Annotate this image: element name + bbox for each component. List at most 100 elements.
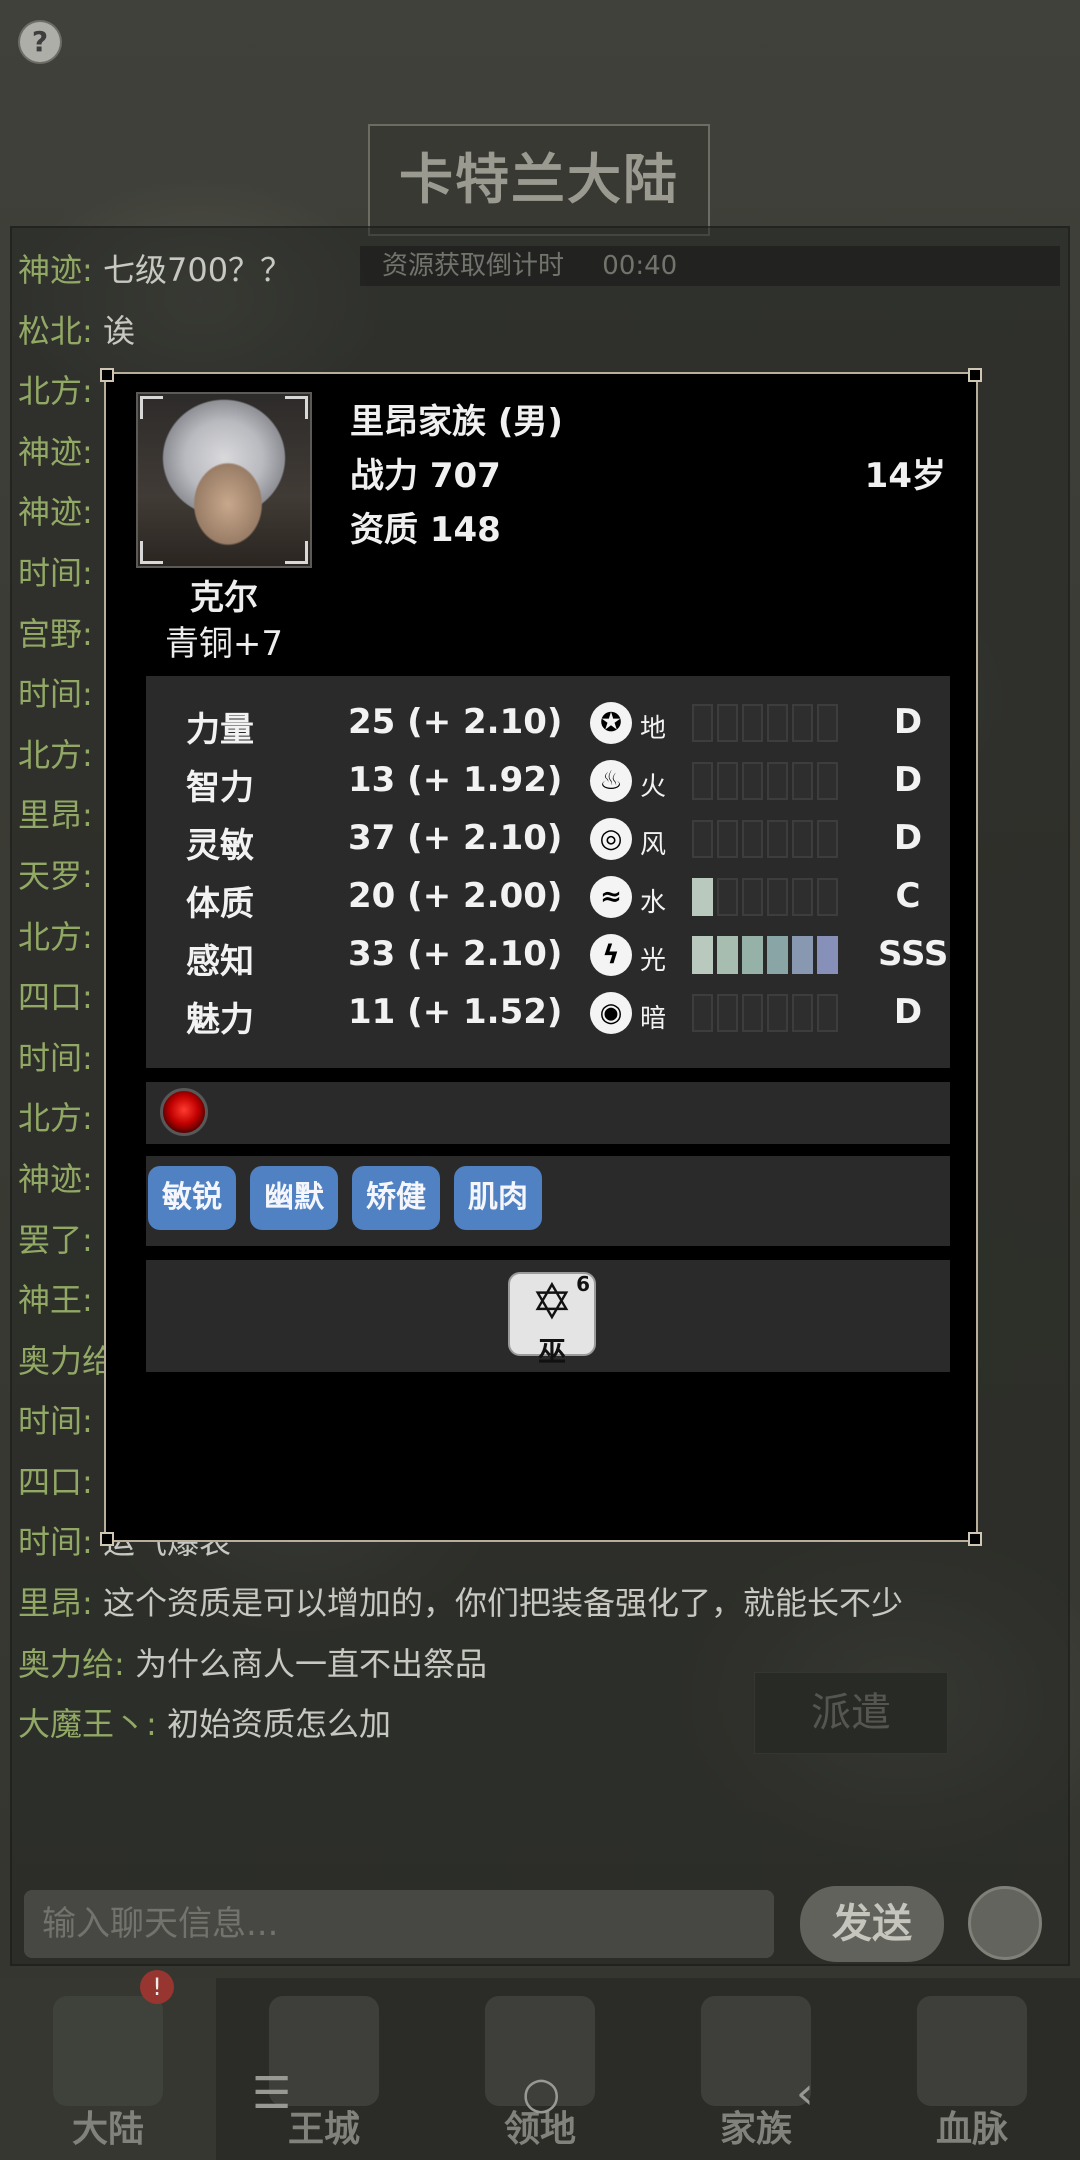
attribute-value: 25 (+ 2.10)	[348, 702, 563, 742]
element-name: 光	[640, 946, 667, 976]
portrait-corner	[140, 541, 163, 564]
attribute-row: 灵敏 37 (+ 2.10) ◎ 风 D	[146, 812, 950, 870]
element-affinity-bar	[692, 704, 842, 744]
affinity-cell	[767, 994, 788, 1032]
class-glyph: 巫	[537, 1335, 566, 1368]
element-grade: C	[895, 876, 921, 916]
fire-skill-icon[interactable]	[160, 1088, 208, 1136]
affinity-cell	[692, 820, 713, 858]
wave-icon: ≈	[590, 876, 632, 918]
frame-corner	[968, 1532, 982, 1546]
character-family: 里昂家族 (男)	[350, 402, 563, 442]
attribute-name: 灵敏	[186, 826, 254, 866]
frame-corner	[100, 368, 114, 382]
affinity-cell	[767, 762, 788, 800]
affinity-cell	[817, 820, 838, 858]
affinity-cell	[767, 936, 788, 974]
swirl-icon: ◎	[590, 818, 632, 860]
attribute-value: 13 (+ 1.92)	[348, 760, 563, 800]
hexagram-class-icon[interactable]: ✡ 巫 6	[508, 1272, 596, 1368]
affinity-cell	[817, 878, 838, 916]
affinity-cell	[742, 878, 763, 916]
element-grade: D	[893, 702, 923, 742]
affinity-cell	[767, 704, 788, 742]
affinity-cell	[817, 994, 838, 1032]
element-name: 水	[640, 888, 667, 918]
affinity-cell	[792, 820, 813, 858]
element-affinity-bar	[692, 936, 842, 976]
attribute-name: 感知	[186, 942, 254, 982]
attribute-row: 体质 20 (+ 2.00) ≈ 水 C	[146, 870, 950, 928]
element-name: 暗	[640, 1004, 667, 1034]
affinity-cell	[692, 936, 713, 974]
affinity-cell	[717, 704, 738, 742]
character-detail-modal: 克尔 青铜+7 里昂家族 (男) 战力 707 14岁 资质 148 力量 25 …	[100, 368, 982, 1546]
attribute-row: 力量 25 (+ 2.10) ✪ 地 D	[146, 696, 950, 754]
traits-panel: 敏锐 幽默 矫健 肌肉	[146, 1156, 950, 1246]
affinity-cell	[792, 936, 813, 974]
affinity-cell	[717, 762, 738, 800]
affinity-cell	[817, 704, 838, 742]
class-level-badge: 6	[576, 1272, 590, 1296]
character-name: 克尔	[190, 578, 258, 618]
element-grade: D	[893, 818, 923, 858]
trait-tag[interactable]: 幽默	[250, 1166, 338, 1230]
affinity-cell	[742, 820, 763, 858]
attribute-row: 感知 33 (+ 2.10) ϟ 光 SSS	[146, 928, 950, 986]
attribute-name: 智力	[186, 768, 254, 808]
affinity-cell	[792, 994, 813, 1032]
affinity-cell	[792, 878, 813, 916]
element-affinity-bar	[692, 994, 842, 1034]
character-rank: 青铜+7	[164, 624, 284, 664]
lightning-icon: ϟ	[590, 934, 632, 976]
class-emblem-panel: ✡ 巫 6	[146, 1260, 950, 1372]
portrait-corner	[140, 396, 163, 419]
affinity-cell	[717, 878, 738, 916]
affinity-cell	[717, 994, 738, 1032]
affinity-cell	[817, 762, 838, 800]
attribute-row: 智力 13 (+ 1.92) ♨ 火 D	[146, 754, 950, 812]
affinity-cell	[692, 994, 713, 1032]
trait-tag[interactable]: 肌肉	[454, 1166, 542, 1230]
element-affinity-bar	[692, 762, 842, 802]
element-grade: SSS	[878, 934, 949, 974]
attribute-value: 11 (+ 1.52)	[348, 992, 563, 1032]
affinity-cell	[767, 820, 788, 858]
affinity-cell	[717, 820, 738, 858]
attribute-panel: 力量 25 (+ 2.10) ✪ 地 D 智力 13 (+ 1.92) ♨ 火 D 灵敏 37 (+ …	[146, 676, 950, 1068]
attribute-row: 魅力 11 (+ 1.52) ◉ 暗 D	[146, 986, 950, 1044]
affinity-cell	[742, 704, 763, 742]
element-name: 火	[640, 772, 667, 802]
eye-icon: ◉	[590, 992, 632, 1034]
frame-corner	[968, 368, 982, 382]
affinity-cell	[692, 762, 713, 800]
element-grade: D	[893, 760, 923, 800]
affinity-cell	[692, 878, 713, 916]
attribute-value: 37 (+ 2.10)	[348, 818, 563, 858]
fire-icon: ♨	[590, 760, 632, 802]
attribute-name: 魅力	[186, 1000, 254, 1040]
element-name: 地	[640, 714, 667, 744]
affinity-cell	[717, 936, 738, 974]
affinity-cell	[742, 936, 763, 974]
character-aptitude: 资质 148	[350, 510, 501, 550]
skill-panel	[146, 1082, 950, 1144]
element-affinity-bar	[692, 878, 842, 918]
character-age: 14岁	[864, 456, 946, 496]
character-portrait	[136, 392, 312, 568]
trait-tag[interactable]: 敏锐	[148, 1166, 236, 1230]
rebel-icon: ✪	[590, 702, 632, 744]
affinity-cell	[742, 762, 763, 800]
trait-tag[interactable]: 矫健	[352, 1166, 440, 1230]
element-affinity-bar	[692, 820, 842, 860]
portrait-corner	[285, 396, 308, 419]
affinity-cell	[692, 704, 713, 742]
affinity-cell	[742, 994, 763, 1032]
element-grade: D	[893, 992, 923, 1032]
affinity-cell	[792, 762, 813, 800]
attribute-value: 20 (+ 2.00)	[348, 876, 563, 916]
attribute-value: 33 (+ 2.10)	[348, 934, 563, 974]
element-name: 风	[640, 830, 667, 860]
affinity-cell	[792, 704, 813, 742]
character-power: 战力 707	[350, 456, 501, 496]
